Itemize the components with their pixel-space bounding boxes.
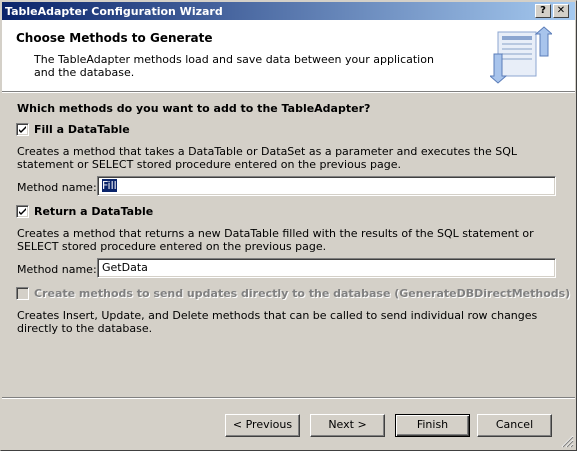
page-description: The TableAdapter methods load and save d… [34, 53, 434, 79]
title-bar[interactable]: TableAdapter Configuration Wizard ? ✕ [2, 2, 575, 20]
return-datatable-description: Creates a method that returns a new Data… [17, 227, 534, 253]
fill-datatable-description: Creates a method that takes a DataTable … [17, 145, 517, 171]
methods-question: Which methods do you want to add to the … [17, 102, 371, 115]
return-datatable-label[interactable]: Return a DataTable [34, 205, 153, 218]
fill-method-name-input[interactable]: Fill [97, 176, 556, 196]
fill-method-name-value: Fill [102, 179, 117, 192]
cancel-button[interactable]: Cancel [477, 414, 552, 437]
checkmark-icon [19, 126, 26, 133]
direct-methods-label[interactable]: Create methods to send updates directly … [34, 287, 570, 300]
return-method-name-label: Method name: [17, 263, 97, 276]
footer-divider-highlight [2, 398, 575, 399]
previous-button[interactable]: < Previous [225, 414, 300, 437]
direct-methods-description: Creates Insert, Update, and Delete metho… [17, 309, 538, 335]
close-icon: ✕ [556, 5, 566, 16]
fill-datatable-checkbox[interactable] [16, 123, 29, 136]
fill-method-name-label: Method name: [17, 181, 97, 194]
direct-methods-checkbox[interactable] [16, 287, 29, 300]
fill-datatable-label[interactable]: Fill a DataTable [34, 123, 130, 136]
wizard-content: Which methods do you want to add to the … [1, 93, 576, 393]
resize-grip-icon[interactable] [561, 435, 574, 448]
return-datatable-checkbox[interactable] [16, 205, 29, 218]
close-button[interactable]: ✕ [553, 4, 569, 18]
checkmark-icon [19, 208, 26, 215]
return-method-name-value: GetData [102, 261, 148, 274]
next-button[interactable]: Next > [310, 414, 385, 437]
help-button[interactable]: ? [535, 4, 551, 18]
wizard-database-icon [490, 26, 552, 84]
help-icon: ? [540, 5, 546, 16]
return-method-name-input[interactable]: GetData [97, 258, 556, 278]
wizard-header: Choose Methods to Generate The TableAdap… [2, 20, 575, 91]
wizard-window: TableAdapter Configuration Wizard ? ✕ Ch… [0, 0, 577, 451]
finish-button[interactable]: Finish [395, 414, 470, 437]
page-title: Choose Methods to Generate [16, 31, 213, 45]
window-title: TableAdapter Configuration Wizard [5, 5, 223, 18]
